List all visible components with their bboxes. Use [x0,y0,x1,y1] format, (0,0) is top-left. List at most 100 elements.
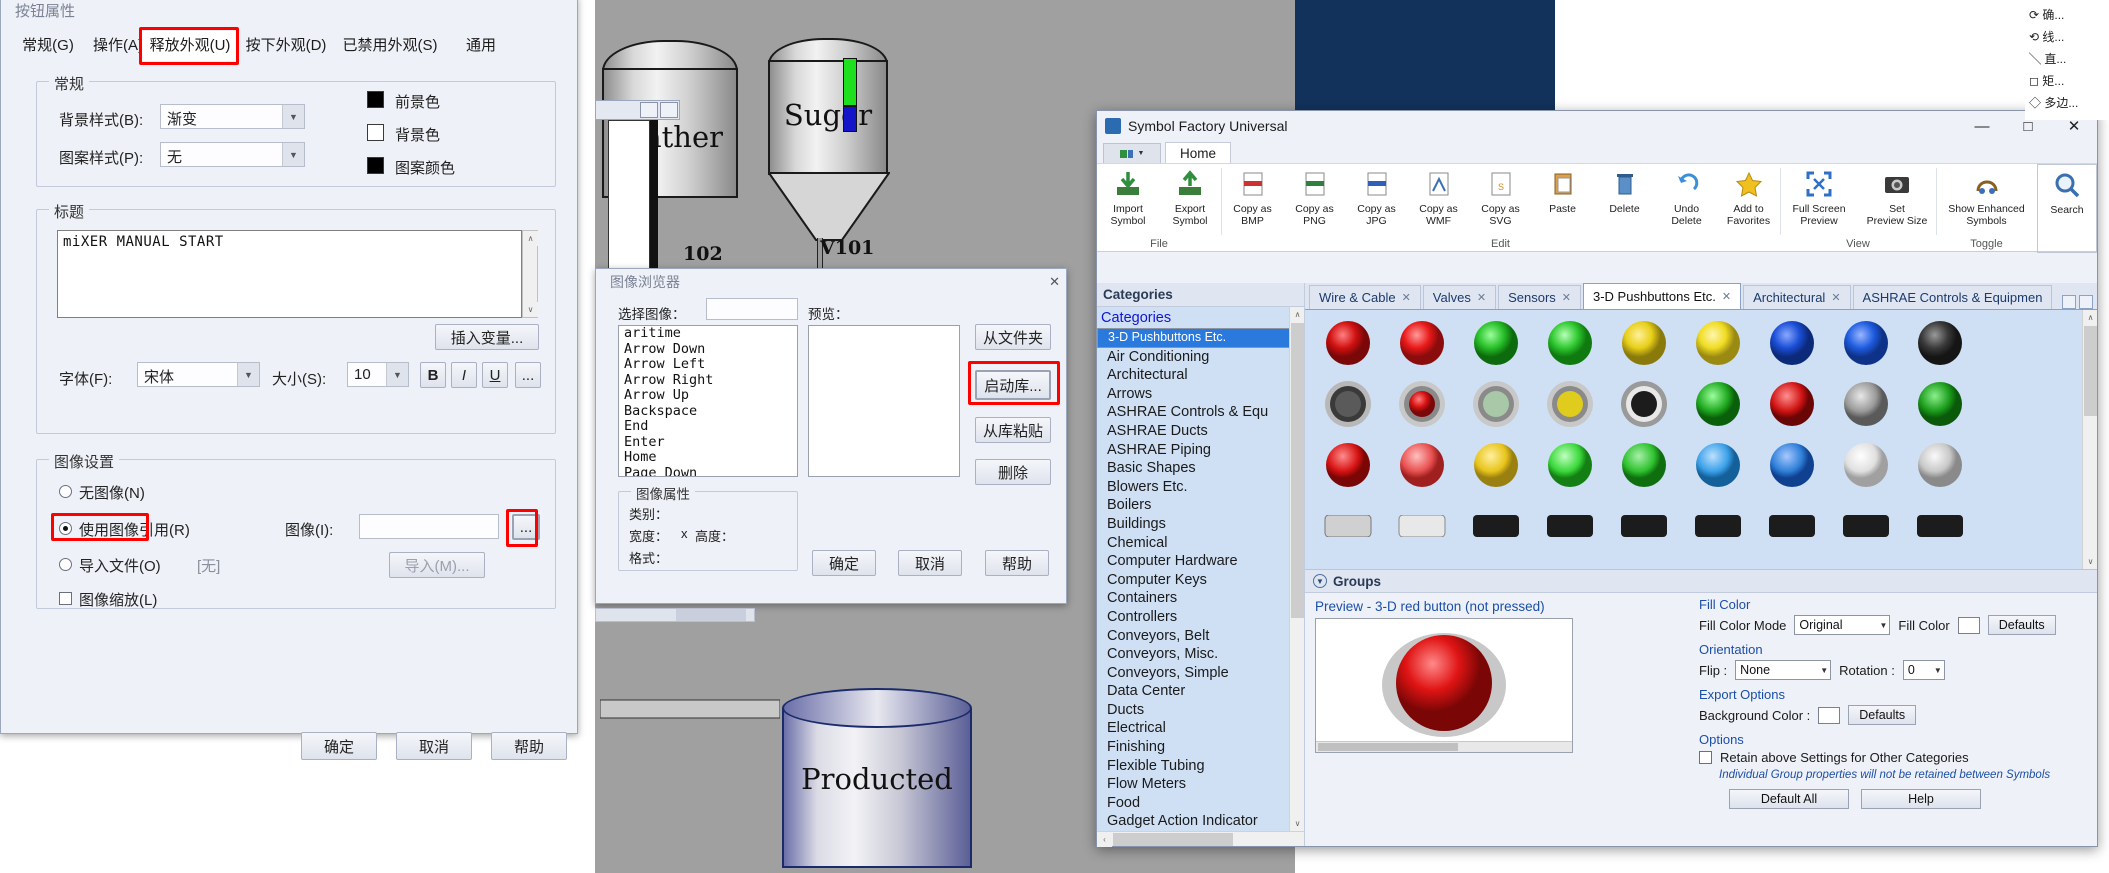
size-combo[interactable]: 10 ▼ [347,362,409,387]
symbol-tab-architectural[interactable]: Architectural ✕ [1743,285,1851,309]
category-item-conveyors-misc[interactable]: Conveyors, Misc. [1097,645,1304,664]
symbol-item[interactable] [1833,316,1899,370]
checkbox-scale-image[interactable] [59,592,72,605]
list-item[interactable]: Home [619,449,797,466]
from-file-button[interactable]: 从文件夹 [975,324,1051,350]
fill-color-mode-select[interactable]: Original ▼ [1794,615,1891,635]
list-item[interactable]: Arrow Left [619,356,797,373]
image-browser-help-button[interactable]: 帮助 [985,550,1049,576]
symbol-item[interactable] [1759,377,1825,431]
category-item-conveyors-belt[interactable]: Conveyors, Belt [1097,627,1304,646]
symbol-item[interactable] [1315,499,1381,553]
rotation-select[interactable]: 0 ▼ [1902,660,1945,680]
categories-scrollbar[interactable]: ∧ ∨ [1289,307,1304,831]
copy-as-wmf-button[interactable]: Copy as WMF [1408,167,1470,227]
chevron-up-icon[interactable]: ∧ [2083,310,2097,325]
image-browser-close-icon[interactable]: ✕ [1049,274,1060,290]
symbol-item[interactable] [1537,438,1603,492]
symbol-item[interactable] [1463,377,1529,431]
hmi-inner-close-button[interactable] [660,102,678,118]
host-toolbar-item-5[interactable]: ◇ 多边... [2029,94,2078,111]
symbol-tab-wire-cable[interactable]: Wire & Cable ✕ [1309,285,1421,309]
category-item-containers[interactable]: Containers [1097,589,1304,608]
close-icon[interactable]: ✕ [1477,291,1486,304]
category-item-blowers[interactable]: Blowers Etc. [1097,478,1304,497]
symbol-item[interactable] [1389,438,1455,492]
list-item[interactable]: Arrow Down [619,341,797,358]
symbol-item[interactable] [1685,438,1751,492]
list-item[interactable]: Page Down [619,465,797,476]
tab-press-appearance[interactable]: 按下外观(D) [236,31,336,61]
list-item[interactable]: Arrow Up [619,387,797,404]
symbol-item[interactable] [1611,499,1677,553]
chevron-down-icon[interactable]: ▼ [1313,574,1327,588]
symbol-item[interactable] [1907,377,1973,431]
symbol-item[interactable] [1315,377,1381,431]
minimize-button[interactable]: — [1959,112,2005,141]
symbol-item[interactable] [1611,438,1677,492]
category-item-ashrae-piping[interactable]: ASHRAE Piping [1097,441,1304,460]
symbol-item[interactable] [1907,316,1973,370]
symbol-tab-sensors[interactable]: Sensors ✕ [1498,285,1581,309]
image-list[interactable]: aritime Arrow Down Arrow Left Arrow Righ… [618,325,798,477]
categories-scrollbar-thumb[interactable] [1291,323,1304,618]
retain-settings-checkbox[interactable] [1699,751,1712,764]
chevron-down-icon[interactable]: ∨ [523,302,538,317]
list-item[interactable]: Backspace [619,403,797,420]
category-item-ashrae-ducts[interactable]: ASHRAE Ducts [1097,422,1304,441]
categories-hscrollbar[interactable]: ‹ [1097,831,1304,847]
symbol-item[interactable] [1389,316,1455,370]
category-item-architectural[interactable]: Architectural [1097,366,1304,385]
cancel-button[interactable]: 取消 [396,732,472,760]
list-item[interactable]: End [619,418,797,435]
preview-hscrollbar-thumb[interactable] [1318,743,1458,751]
symbol-item[interactable] [1759,316,1825,370]
delete-image-button[interactable]: 删除 [975,459,1051,485]
caption-textarea[interactable]: miXER MANUAL START [57,230,522,318]
open-library-button[interactable]: 启动库... [975,370,1051,400]
ok-button[interactable]: 确定 [301,732,377,760]
tab-scroll-left-icon[interactable] [2062,295,2076,309]
category-item-computer-keys[interactable]: Computer Keys [1097,571,1304,590]
symbol-item[interactable] [1611,316,1677,370]
category-item-food[interactable]: Food [1097,794,1304,813]
copy-as-svg-button[interactable]: S Copy as SVG [1470,167,1532,227]
symbol-tab-3d-pushbuttons[interactable]: 3-D Pushbuttons Etc. ✕ [1583,283,1742,309]
category-item-chemical[interactable]: Chemical [1097,534,1304,553]
category-item-flexible-tubing[interactable]: Flexible Tubing [1097,757,1304,776]
symbol-tab-valves[interactable]: Valves ✕ [1422,285,1497,309]
category-item-controllers[interactable]: Controllers [1097,608,1304,627]
symbol-grid-scrollbar[interactable]: ∧ ∨ [2082,310,2097,569]
tab-scroll-right-icon[interactable] [2079,295,2093,309]
bg-style-combo[interactable]: 渐变 ▼ [160,104,305,129]
hmi-status-thumb[interactable] [676,609,746,621]
category-item-flow-meters[interactable]: Flow Meters [1097,775,1304,794]
help-button[interactable]: 帮助 [491,732,567,760]
symbol-grid-scrollbar-thumb[interactable] [2084,326,2097,416]
copy-as-png-button[interactable]: Copy as PNG [1284,167,1346,227]
image-browser-ok-button[interactable]: 确定 [812,550,876,576]
radio-use-image-ref[interactable] [59,522,72,535]
categories-hscrollbar-thumb[interactable] [1113,833,1233,846]
back-color-swatch[interactable] [367,124,384,141]
tab-general[interactable]: 常规(G) [9,31,87,61]
category-item-data-center[interactable]: Data Center [1097,682,1304,701]
bold-button[interactable]: B [420,362,446,388]
delete-button[interactable]: Delete [1594,167,1656,216]
select-image-input[interactable] [706,298,798,320]
category-item-gadget-action-indicator[interactable]: Gadget Action Indicator [1097,812,1304,831]
symbol-item[interactable] [1463,316,1529,370]
underline-button[interactable]: U [482,362,508,388]
close-icon[interactable]: ✕ [1831,291,1840,304]
chevron-down-icon[interactable]: ∨ [1290,816,1304,831]
tab-common[interactable]: 通用 [451,31,511,61]
more-font-button[interactable]: ... [515,362,541,388]
image-browser-cancel-button[interactable]: 取消 [898,550,962,576]
category-item-buildings[interactable]: Buildings [1097,515,1304,534]
symbol-item[interactable] [1537,499,1603,553]
undo-delete-button[interactable]: Undo Delete [1656,167,1718,227]
flip-select[interactable]: None ▼ [1735,660,1832,680]
radio-no-image[interactable] [59,485,72,498]
symbol-item[interactable] [1907,438,1973,492]
symbol-item[interactable] [1833,438,1899,492]
